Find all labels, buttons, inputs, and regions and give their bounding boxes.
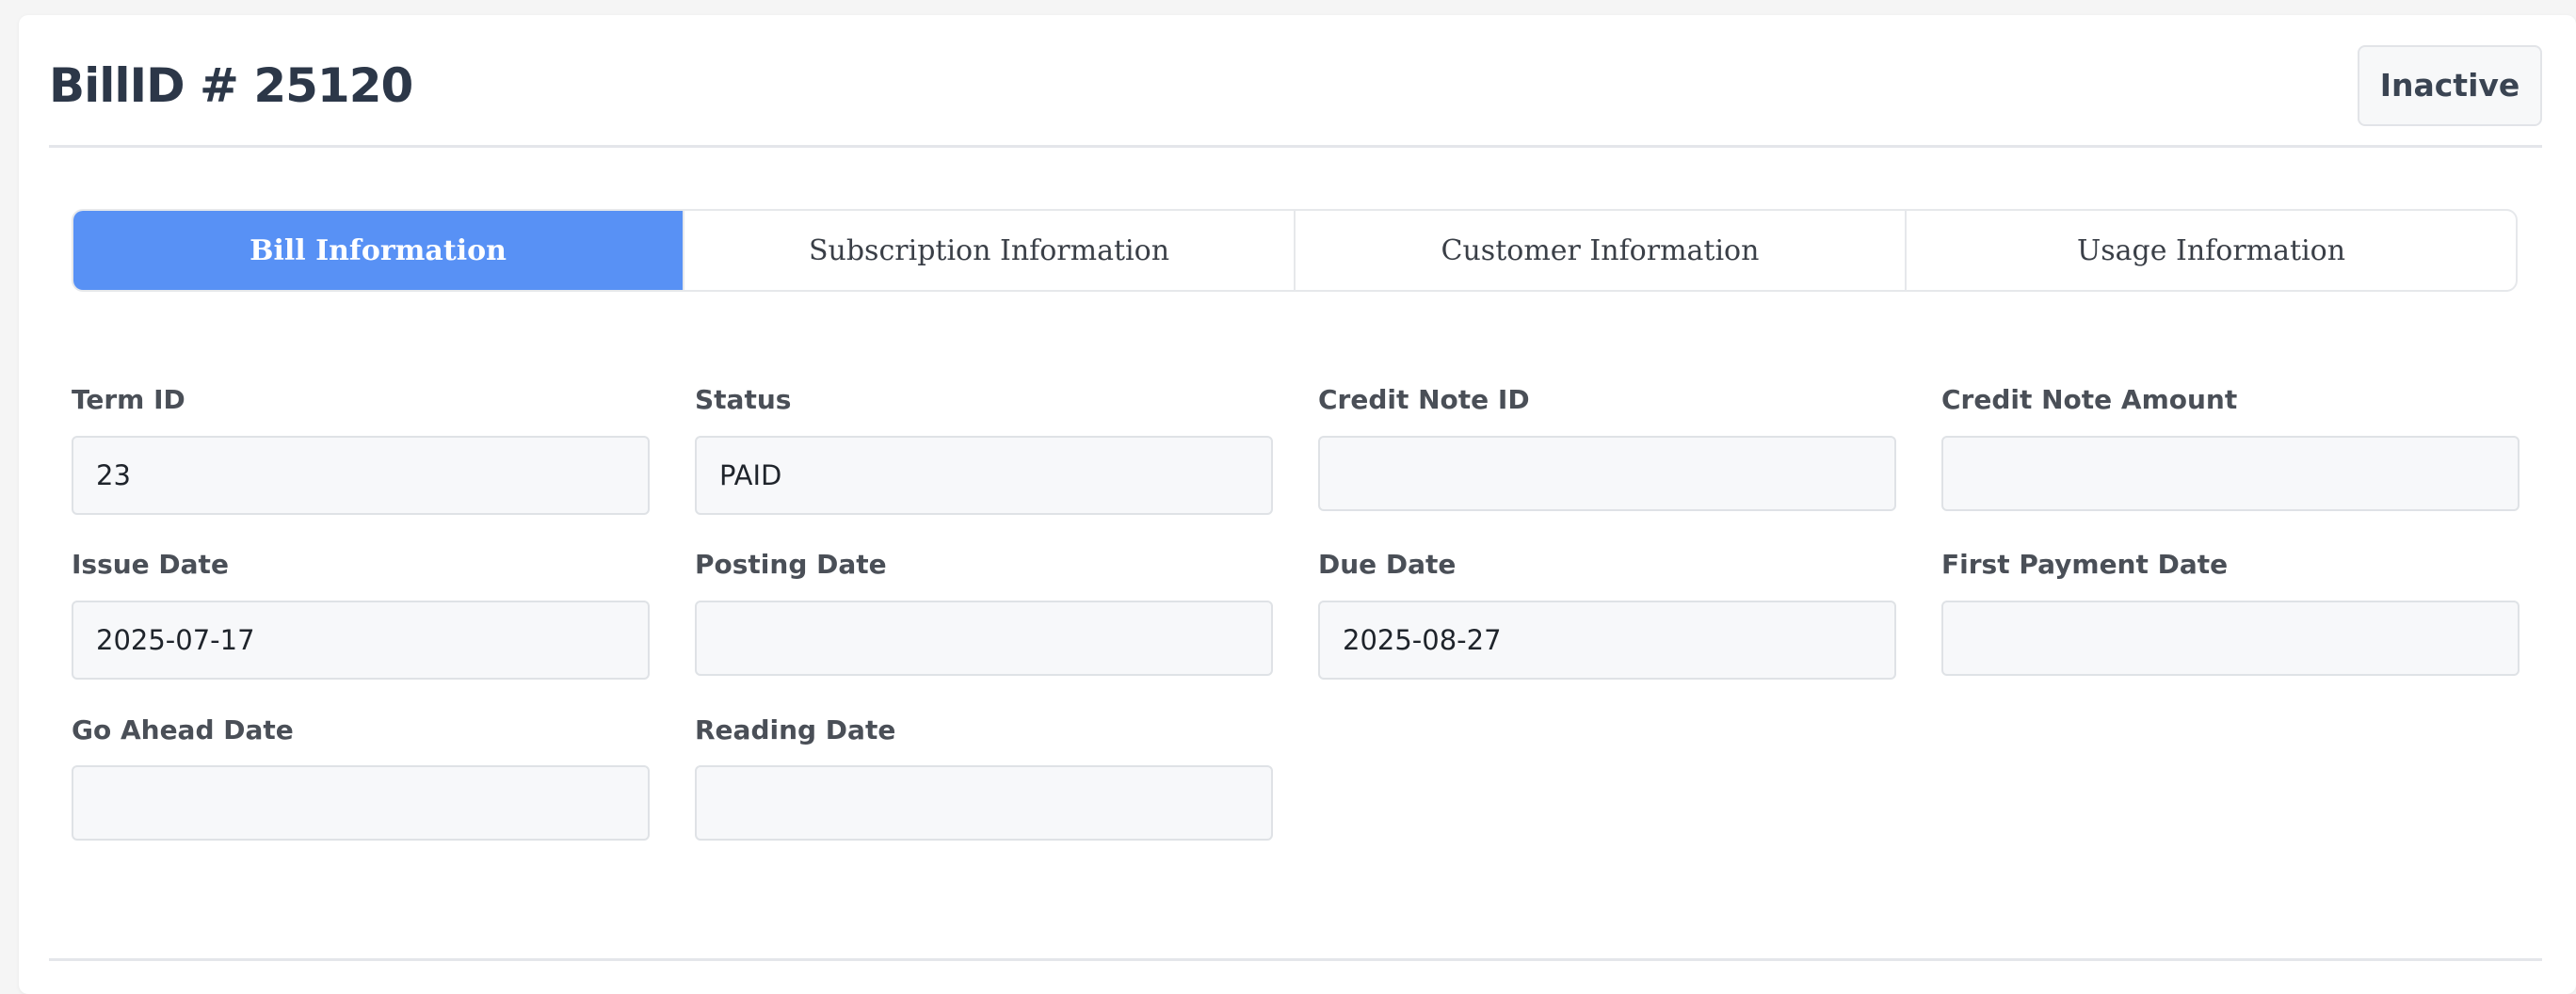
credit-note-amount-label: Credit Note Amount xyxy=(1941,384,2238,415)
bill-header: BillID # 25120 Inactive xyxy=(49,45,2542,148)
tab-bar: Bill Information Subscription Informatio… xyxy=(72,209,2518,292)
first-payment-date-label: First Payment Date xyxy=(1941,549,2229,580)
tab-customer-information[interactable]: Customer Information xyxy=(1294,211,1905,290)
page-title: BillID # 25120 xyxy=(49,58,413,113)
status-label: Status xyxy=(695,384,792,415)
due-date-label: Due Date xyxy=(1318,549,1457,580)
tab-bill-information[interactable]: Bill Information xyxy=(73,211,683,290)
term-id-field[interactable]: 23 xyxy=(72,436,650,515)
first-payment-date-field[interactable] xyxy=(1941,601,2520,676)
reading-date-label: Reading Date xyxy=(695,714,896,746)
posting-date-field[interactable] xyxy=(695,601,1273,676)
go-ahead-date-label: Go Ahead Date xyxy=(72,714,294,746)
due-date-field[interactable]: 2025-08-27 xyxy=(1318,601,1896,680)
credit-note-amount-field[interactable] xyxy=(1941,436,2520,511)
status-field[interactable]: PAID xyxy=(695,436,1273,515)
credit-note-id-label: Credit Note ID xyxy=(1318,384,1530,415)
reading-date-field[interactable] xyxy=(695,765,1273,841)
tab-usage-information[interactable]: Usage Information xyxy=(1905,211,2516,290)
status-toggle-button[interactable]: Inactive xyxy=(2358,45,2542,126)
section-divider xyxy=(49,958,2542,961)
tab-subscription-information[interactable]: Subscription Information xyxy=(683,211,1294,290)
term-id-label: Term ID xyxy=(72,384,185,415)
credit-note-id-field[interactable] xyxy=(1318,436,1896,511)
posting-date-label: Posting Date xyxy=(695,549,887,580)
issue-date-label: Issue Date xyxy=(72,549,229,580)
issue-date-field[interactable]: 2025-07-17 xyxy=(72,601,650,680)
go-ahead-date-field[interactable] xyxy=(72,765,650,841)
